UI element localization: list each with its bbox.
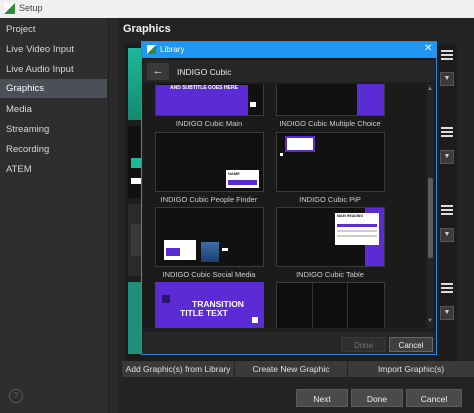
window-title: Setup — [19, 3, 43, 13]
library-item-label: INDIGO Cubic Table — [296, 270, 364, 279]
library-item-thumbnail[interactable] — [155, 207, 264, 267]
add-from-library-button[interactable]: Add Graphic(s) from Library — [122, 361, 235, 377]
scroll-down-icon[interactable]: ▼ — [427, 318, 433, 324]
sidebar-item-media[interactable]: Media — [0, 100, 107, 119]
chevron-down-icon[interactable]: ▼ — [440, 72, 454, 86]
chevron-down-icon[interactable]: ▼ — [440, 306, 454, 320]
menu-icon[interactable] — [441, 127, 453, 137]
sidebar-item-atem[interactable]: ATEM — [0, 160, 107, 179]
next-button[interactable]: Next — [296, 389, 348, 407]
sidebar-item-live-audio-input[interactable]: Live Audio Input — [0, 60, 107, 79]
sidebar-item-streaming[interactable]: Streaming — [0, 120, 107, 139]
thumbnail-text: NAME — [228, 171, 240, 176]
library-breadcrumb: INDIGO Cubic — [177, 67, 232, 77]
create-new-graphic-button[interactable]: Create New Graphic — [235, 361, 348, 377]
library-item-label: INDIGO Cubic Multiple Choice — [279, 119, 381, 128]
library-title: Library — [160, 45, 185, 54]
thumbnail-text: MAIN HEADING — [337, 214, 364, 218]
menu-icon[interactable] — [441, 50, 453, 60]
library-done-button[interactable]: Done — [341, 337, 386, 352]
back-arrow-icon[interactable]: ← — [147, 63, 169, 80]
library-scrollbar-thumb[interactable] — [428, 178, 433, 258]
library-item-thumbnail[interactable]: MAIN HEADING — [276, 207, 385, 267]
library-item-label: INDIGO Cubic PiP — [299, 195, 361, 204]
sidebar-item-project[interactable]: Project — [0, 20, 107, 39]
library-item-thumbnail[interactable] — [276, 132, 385, 192]
library-item-label: INDIGO Cubic Main — [175, 119, 243, 128]
thumbnail-text: AND SUBTITLE GOES HERE — [170, 85, 238, 91]
library-item-thumbnail[interactable] — [276, 282, 385, 328]
sidebar-item-live-video-input[interactable]: Live Video Input — [0, 40, 107, 59]
menu-icon[interactable] — [441, 205, 453, 215]
help-icon[interactable]: ? — [9, 389, 23, 403]
app-icon — [4, 3, 15, 14]
library-item-thumbnail[interactable] — [276, 84, 385, 116]
library-item-thumbnail[interactable]: TRANSITION TITLE TEXT — [155, 282, 264, 328]
sidebar-item-recording[interactable]: Recording — [0, 140, 107, 159]
scroll-up-icon[interactable]: ▲ — [427, 86, 433, 92]
chevron-down-icon[interactable]: ▼ — [440, 150, 454, 164]
library-titlebar — [142, 42, 436, 58]
thumbnail-title-line2: TITLE TEXT — [180, 308, 228, 318]
library-app-icon — [147, 45, 156, 54]
library-item-thumbnail[interactable]: NAME — [155, 132, 264, 192]
library-grid: AND SUBTITLE GOES HERE INDIGO Cubic Main… — [143, 84, 426, 328]
import-graphics-button[interactable]: Import Graphic(s) — [348, 361, 474, 377]
library-item-thumbnail[interactable]: AND SUBTITLE GOES HERE — [155, 84, 264, 116]
chevron-down-icon[interactable]: ▼ — [440, 228, 454, 242]
sidebar: Project Live Video Input Live Audio Inpu… — [0, 18, 109, 413]
page-title: Graphics — [123, 23, 171, 35]
menu-icon[interactable] — [441, 283, 453, 293]
done-button[interactable]: Done — [351, 389, 403, 407]
library-cancel-button[interactable]: Cancel — [389, 337, 433, 352]
close-icon[interactable]: ✕ — [424, 43, 432, 54]
library-item-label: INDIGO Cubic Social Media — [162, 270, 256, 279]
library-item-label: INDIGO Cubic People Finder — [160, 195, 258, 204]
sidebar-item-graphics[interactable]: Graphics — [0, 79, 107, 98]
window-titlebar: Setup — [0, 0, 474, 18]
cancel-button[interactable]: Cancel — [406, 389, 462, 407]
